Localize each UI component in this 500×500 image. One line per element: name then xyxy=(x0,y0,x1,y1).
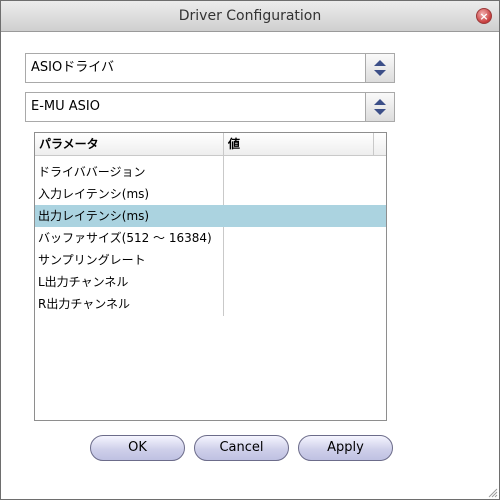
resize-grip-icon[interactable] xyxy=(486,486,498,498)
value-cell[interactable] xyxy=(224,227,374,249)
apply-button[interactable]: Apply xyxy=(298,435,393,461)
table-row[interactable]: ドライババージョン xyxy=(35,161,386,183)
column-header-value[interactable]: 値 xyxy=(224,133,374,155)
param-cell: サンプリングレート xyxy=(38,253,146,267)
device-select[interactable]: E-MU ASIO xyxy=(25,92,395,122)
value-cell[interactable] xyxy=(224,271,374,293)
cancel-button[interactable]: Cancel xyxy=(194,435,289,461)
column-divider xyxy=(373,133,374,155)
param-cell: R出力チャンネル xyxy=(38,297,130,311)
table-row[interactable]: サンプリングレート xyxy=(35,249,386,271)
title-bar[interactable]: Driver Configuration × xyxy=(1,1,499,32)
table-row-selected[interactable]: 出力レイテンシ(ms) xyxy=(35,205,386,227)
table-row[interactable]: バッファサイズ(512 ～ 16384) xyxy=(35,227,386,249)
param-cell: ドライババージョン xyxy=(38,165,146,179)
param-cell: 出力レイテンシ(ms) xyxy=(38,209,150,223)
up-down-arrows-icon xyxy=(374,60,386,76)
table-row[interactable]: 入力レイテンシ(ms) xyxy=(35,183,386,205)
table-header: パラメータ 値 xyxy=(35,133,386,156)
param-cell: L出力チャンネル xyxy=(38,275,129,289)
column-header-parameter[interactable]: パラメータ xyxy=(35,133,223,155)
driver-type-select[interactable]: ASIOドライバ xyxy=(25,53,395,83)
window-title: Driver Configuration xyxy=(178,8,322,24)
param-cell: 入力レイテンシ(ms) xyxy=(38,187,150,201)
value-cell[interactable] xyxy=(224,205,374,227)
value-cell[interactable] xyxy=(224,161,374,183)
driver-config-window: Driver Configuration × ASIOドライバ E-MU ASI… xyxy=(0,0,500,500)
value-cell[interactable] xyxy=(224,293,374,315)
driver-type-spinner[interactable] xyxy=(365,54,394,82)
table-row[interactable]: L出力チャンネル xyxy=(35,271,386,293)
device-spinner[interactable] xyxy=(365,93,394,121)
parameter-table[interactable]: パラメータ 値 ドライババージョン 入力レイテンシ(ms) 出力レイテンシ(ms… xyxy=(34,132,387,421)
device-value: E-MU ASIO xyxy=(31,99,100,114)
close-icon[interactable]: × xyxy=(476,8,492,24)
driver-type-value: ASIOドライバ xyxy=(31,60,114,75)
table-row[interactable]: R出力チャンネル xyxy=(35,293,386,315)
value-cell[interactable] xyxy=(224,249,374,271)
up-down-arrows-icon xyxy=(374,99,386,115)
param-cell: バッファサイズ(512 ～ 16384) xyxy=(38,231,212,245)
value-cell[interactable] xyxy=(224,183,374,205)
ok-button[interactable]: OK xyxy=(90,435,185,461)
